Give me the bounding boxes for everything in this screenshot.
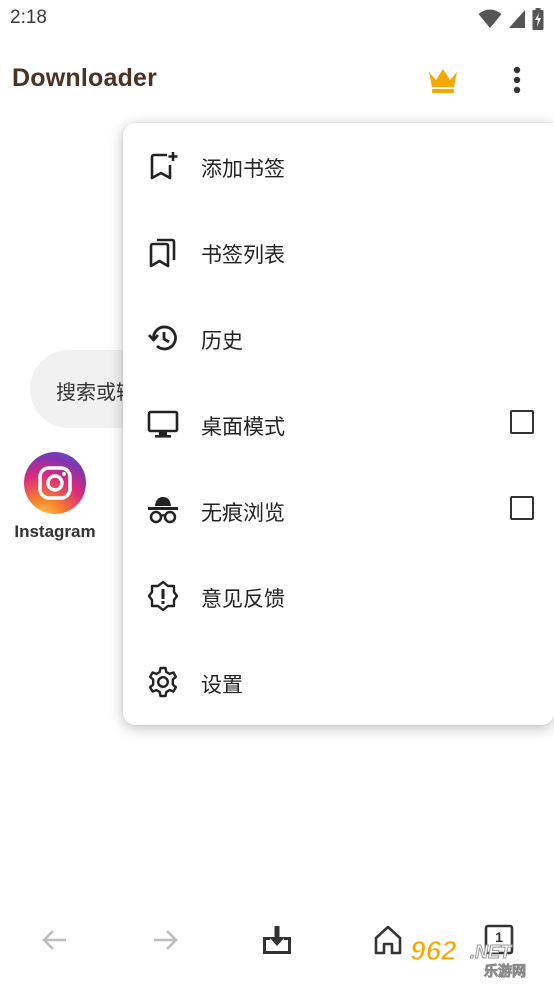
- menu-item-desktop-mode[interactable]: 桌面模式: [123, 381, 554, 467]
- menu-item-feedback[interactable]: 意见反馈: [123, 553, 554, 639]
- incognito-checkbox[interactable]: [510, 496, 534, 520]
- overflow-menu: 添加书签 书签列表 历史 桌面模式 无痕浏览 意见反馈 设置: [123, 123, 554, 725]
- home-icon[interactable]: [371, 923, 405, 957]
- menu-label: 历史: [201, 329, 243, 353]
- bookmarks-icon: [149, 238, 176, 268]
- shortcut-instagram[interactable]: Instagram: [12, 452, 98, 542]
- desktop-mode-checkbox[interactable]: [510, 410, 534, 434]
- status-time: 2:18: [10, 7, 47, 28]
- crown-icon[interactable]: [427, 66, 459, 94]
- menu-label: 无痕浏览: [201, 501, 285, 525]
- instagram-icon: [24, 452, 86, 514]
- shortcut-label: Instagram: [14, 522, 96, 541]
- battery-icon: [532, 8, 544, 30]
- menu-label: 桌面模式: [201, 415, 285, 439]
- menu-label: 添加书签: [201, 157, 285, 181]
- wifi-icon: [478, 9, 502, 28]
- desktop-icon: [147, 410, 179, 438]
- back-arrow-icon[interactable]: [38, 923, 72, 957]
- svg-text:.NET: .NET: [470, 942, 513, 962]
- menu-item-settings[interactable]: 设置: [123, 639, 554, 725]
- forward-arrow-icon[interactable]: [148, 923, 182, 957]
- menu-item-history[interactable]: 历史: [123, 295, 554, 381]
- download-icon[interactable]: [260, 923, 294, 957]
- menu-item-incognito[interactable]: 无痕浏览: [123, 467, 554, 553]
- status-icons: [478, 6, 544, 32]
- svg-text:962: 962: [410, 935, 457, 966]
- menu-item-bookmarks[interactable]: 书签列表: [123, 209, 554, 295]
- menu-label: 设置: [201, 673, 243, 697]
- history-icon: [147, 325, 177, 351]
- feedback-icon: [147, 580, 179, 612]
- signal-icon: [509, 10, 525, 28]
- menu-label: 书签列表: [201, 243, 285, 267]
- more-vert-icon[interactable]: [505, 64, 529, 96]
- menu-label: 意见反馈: [201, 587, 285, 611]
- app-title: Downloader: [12, 64, 158, 92]
- menu-item-add-bookmark[interactable]: 添加书签: [123, 123, 554, 209]
- svg-text:乐游网: 乐游网: [484, 963, 526, 978]
- status-bar: 2:18: [0, 0, 554, 38]
- watermark-logo: 962 .NET 乐游网: [408, 934, 548, 979]
- incognito-icon: [148, 497, 178, 524]
- bookmark-add-icon: [150, 152, 178, 180]
- settings-icon: [148, 666, 178, 698]
